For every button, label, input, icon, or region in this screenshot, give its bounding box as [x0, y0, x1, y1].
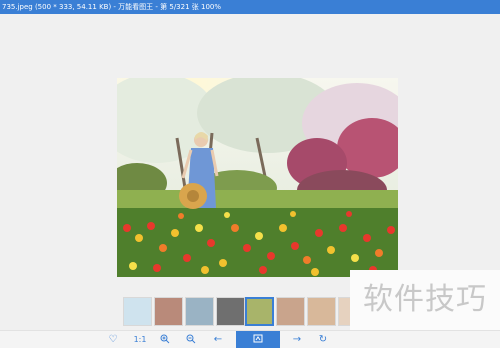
edit-icon[interactable]	[236, 331, 280, 348]
previous-icon[interactable]: ←	[209, 331, 227, 348]
thumbnail-4[interactable]	[216, 297, 245, 326]
thumbnail-5-selected[interactable]	[245, 297, 274, 326]
thumbnail-7[interactable]	[307, 297, 336, 326]
thumbnail-6[interactable]	[276, 297, 305, 326]
thumbnail-2[interactable]	[154, 297, 183, 326]
rotate-icon[interactable]: ↻	[314, 331, 332, 348]
bottom-toolbar: ♡ 1:1 ← → ↻	[0, 330, 500, 348]
window-title: 735.jpeg (500 * 333, 54.11 KB) - 万能看图王 -…	[2, 3, 222, 11]
photo-image	[117, 78, 398, 277]
actual-size-button[interactable]: 1:1	[130, 331, 150, 348]
thumbnail-1[interactable]	[123, 297, 152, 326]
next-icon[interactable]: →	[288, 331, 306, 348]
favorite-icon[interactable]: ♡	[104, 331, 122, 348]
zoom-in-icon[interactable]	[156, 331, 174, 348]
watermark-logo: 软件技巧	[350, 270, 500, 330]
thumbnail-3[interactable]	[185, 297, 214, 326]
zoom-out-icon[interactable]	[182, 331, 200, 348]
title-bar: 735.jpeg (500 * 333, 54.11 KB) - 万能看图王 -…	[0, 0, 500, 14]
main-photo[interactable]	[117, 78, 398, 277]
